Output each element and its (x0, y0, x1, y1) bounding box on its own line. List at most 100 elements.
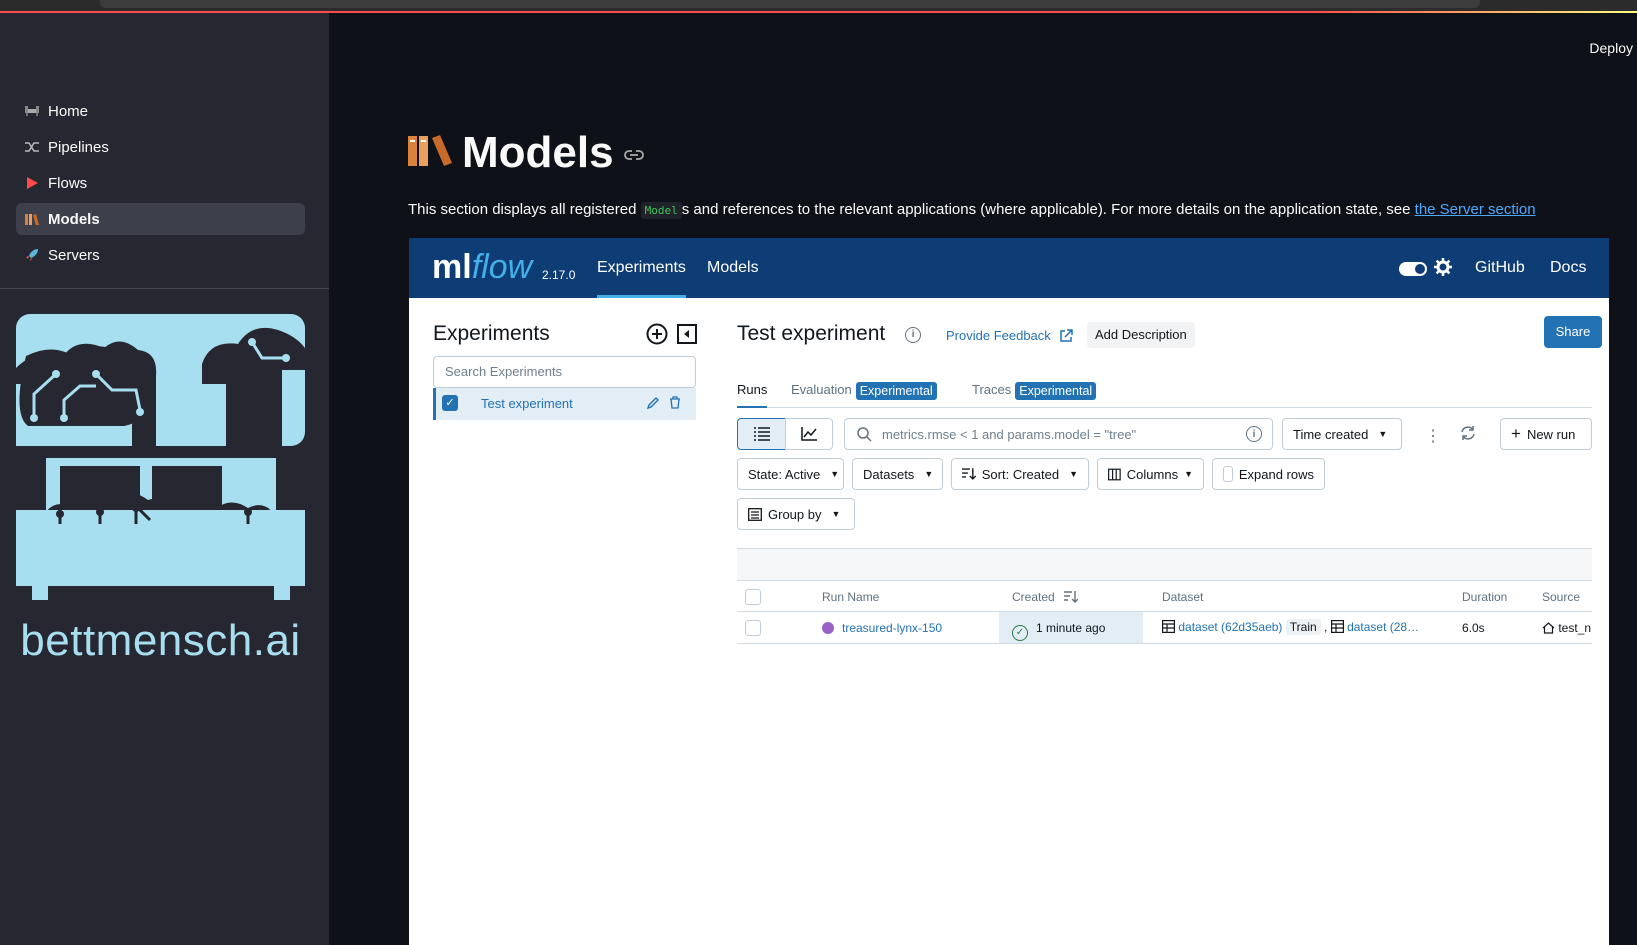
sidebar-item-home[interactable]: Home (16, 95, 305, 127)
state-filter-select[interactable]: State: Active ▼ (737, 458, 844, 490)
chevron-down-icon: ▼ (831, 509, 841, 519)
experiment-list-item[interactable]: ✓ Test experiment (433, 388, 696, 420)
chevron-down-icon: ▼ (1378, 429, 1388, 439)
link-icon[interactable] (623, 148, 644, 166)
pencil-icon[interactable] (646, 396, 660, 415)
dataset-cell: dataset (62d35aeb) Train , dataset (28… (1162, 619, 1419, 635)
server-section-link[interactable]: the Server section (1415, 201, 1536, 218)
column-header[interactable]: Dataset (1162, 590, 1203, 604)
github-link[interactable]: GitHub (1475, 238, 1525, 298)
tab-traces[interactable]: Traces Experimental (972, 382, 1097, 408)
external-link-icon (1060, 328, 1073, 342)
provide-feedback-link[interactable]: Provide Feedback (946, 328, 1073, 343)
experimental-badge: Experimental (1015, 382, 1097, 400)
expand-rows-toggle[interactable]: Expand rows (1212, 458, 1325, 490)
experiments-panel: Experiments Search Experiments ✓ Test ex… (433, 322, 699, 420)
experiment-title-text: Test experiment (737, 322, 886, 345)
gear-icon[interactable] (1434, 258, 1452, 281)
more-options-icon[interactable]: ⋮ (1425, 426, 1441, 446)
dataset-link[interactable]: dataset (62d35aeb) (1178, 620, 1282, 634)
sidebar-divider (0, 288, 329, 289)
sort-icon (962, 468, 976, 480)
add-description-button[interactable]: Add Description (1087, 322, 1195, 348)
tab-label: Traces (972, 382, 1012, 397)
add-experiment-button[interactable] (645, 322, 669, 346)
experiments-search-input[interactable]: Search Experiments (433, 356, 696, 388)
dataset-separator: , (1324, 620, 1328, 634)
run-color-dot (822, 622, 834, 634)
column-header-created[interactable]: Created (1012, 590, 1079, 604)
bettmensch-logo: bettmensch.ai (16, 314, 305, 684)
columns-select[interactable]: Columns ▼ (1097, 458, 1204, 490)
expand-rows-checkbox[interactable] (1223, 466, 1233, 482)
books-icon (24, 211, 40, 227)
chevron-down-icon: ▼ (1184, 469, 1193, 479)
sidebar-nav: Home Pipelines Flows Models Servers (16, 95, 305, 275)
sidebar-item-models[interactable]: Models (16, 203, 305, 235)
experiment-checkbox[interactable]: ✓ (442, 395, 458, 411)
mlflow-header: mlflow 2.17.0 Experiments Models GitHub … (409, 238, 1609, 298)
created-value: 1 minute ago (1036, 621, 1106, 635)
logo-text: bettmensch.ai (20, 616, 301, 665)
share-button[interactable]: Share (1544, 316, 1602, 348)
collapse-panel-button[interactable] (675, 322, 699, 346)
shuffle-icon (24, 139, 40, 155)
sort-desc-icon (1064, 591, 1079, 603)
page-title-text: Models (462, 128, 614, 177)
refresh-icon[interactable] (1460, 425, 1476, 446)
new-run-button[interactable]: + New run (1500, 418, 1592, 450)
tab-models[interactable]: Models (707, 238, 759, 298)
check-circle-icon: ✓ (1012, 624, 1028, 641)
select-all-checkbox[interactable] (745, 589, 761, 605)
group-icon (748, 507, 762, 521)
info-icon[interactable]: i (1246, 426, 1262, 442)
run-name-link[interactable]: treasured-lynx-150 (842, 621, 942, 635)
column-header[interactable]: Duration (1462, 590, 1507, 604)
group-by-label: Group by (768, 506, 822, 522)
tab-runs[interactable]: Runs (737, 382, 768, 408)
plus-icon: + (1511, 424, 1521, 443)
column-header[interactable]: Source (1542, 590, 1580, 604)
trash-icon[interactable] (669, 396, 681, 414)
experiment-name[interactable]: Test experiment (481, 396, 573, 411)
line-chart-icon (801, 427, 817, 441)
datasets-filter-select[interactable]: Datasets ▼ (852, 458, 943, 490)
time-created-select[interactable]: Time created ▼ (1282, 418, 1402, 450)
address-bar[interactable] (100, 0, 1480, 8)
docs-link[interactable]: Docs (1550, 238, 1586, 298)
train-tag: Train (1285, 619, 1321, 635)
info-icon[interactable]: i (905, 326, 922, 343)
sidebar-item-flows[interactable]: Flows (16, 167, 305, 199)
tab-evaluation[interactable]: Evaluation Experimental (791, 382, 937, 408)
runs-search-input[interactable]: metrics.rmse < 1 and params.model = "tre… (844, 418, 1273, 450)
deploy-button[interactable]: Deploy (1589, 40, 1633, 56)
dataset-link[interactable]: dataset (28… (1347, 620, 1419, 634)
mlflow-logo-ml: ml (432, 248, 472, 286)
description-text: This section displays all registered (408, 201, 641, 218)
mlflow-logo-flow: flow (471, 248, 533, 286)
page-description: This section displays all registered Mod… (408, 201, 1536, 219)
chart-view-button[interactable] (785, 418, 833, 450)
column-header[interactable]: Run Name (822, 590, 879, 604)
sort-select[interactable]: Sort: Created ▼ (951, 458, 1089, 490)
list-view-button[interactable] (737, 418, 786, 450)
mlflow-logo[interactable]: mlflow (432, 248, 532, 287)
chevron-down-icon: ▼ (1069, 469, 1078, 479)
run-name-cell[interactable]: treasured-lynx-150 (822, 621, 942, 635)
group-by-select[interactable]: Group by ▼ (737, 498, 855, 530)
row-checkbox[interactable] (745, 620, 761, 636)
sidebar-item-pipelines[interactable]: Pipelines (16, 131, 305, 163)
sidebar-item-label: Flows (48, 174, 88, 192)
datasets-filter-label: Datasets (863, 466, 915, 482)
sidebar-item-label: Home (48, 102, 89, 120)
tab-experiments[interactable]: Experiments (597, 238, 686, 298)
home-icon (1542, 622, 1555, 634)
dark-mode-toggle[interactable] (1399, 262, 1427, 276)
table-row[interactable]: treasured-lynx-150 ✓ 1 minute ago dataset… (737, 612, 1592, 644)
plus-circle-icon (646, 323, 668, 345)
sidebar-item-label: Models (48, 210, 100, 228)
rocket-icon (24, 247, 40, 263)
table-icon (1162, 620, 1176, 634)
sidebar-item-servers[interactable]: Servers (16, 239, 305, 271)
table-icon (1330, 620, 1344, 634)
